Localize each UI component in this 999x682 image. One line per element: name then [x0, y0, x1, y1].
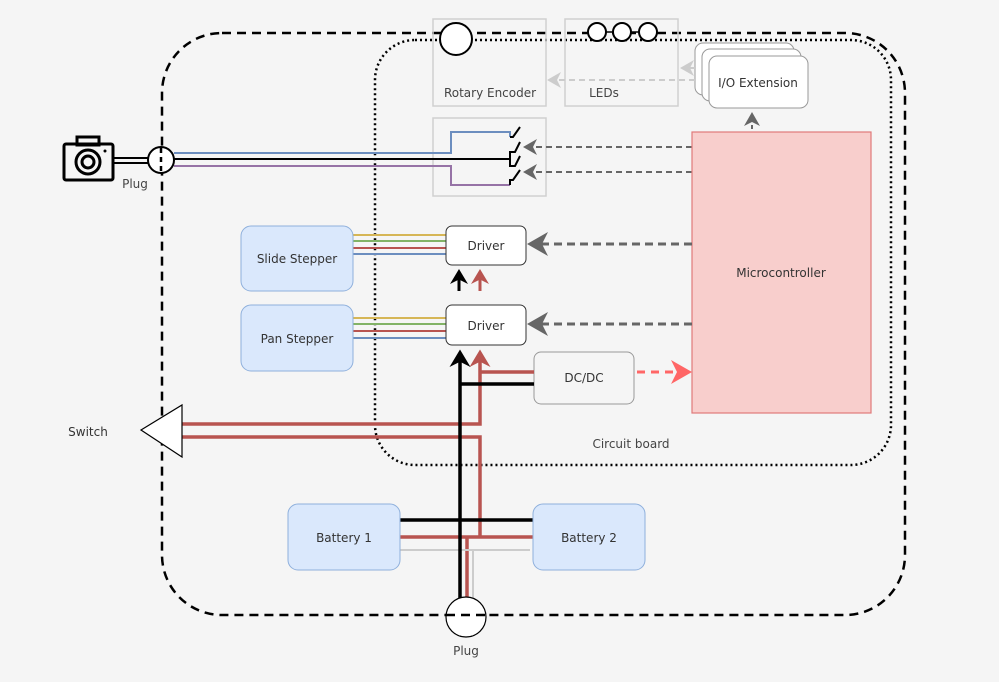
switch-label: Switch [68, 425, 108, 439]
pan-stepper-label: Pan Stepper [261, 332, 334, 346]
microcontroller-label: Microcontroller [736, 266, 826, 280]
driver-pan-label: Driver [468, 319, 505, 333]
io-extension-label: I/O Extension [718, 76, 798, 90]
camera-plug-label: Plug [122, 177, 148, 191]
plug-icon [445, 596, 487, 638]
relay-switch-icon [509, 126, 521, 185]
slide-stepper-label: Slide Stepper [257, 252, 337, 266]
driver-slide-label: Driver [468, 239, 505, 253]
diagram-canvas: Circuit board Rotary Encoder LEDs I/O Ex… [62, 18, 907, 658]
battery-1-label: Battery 1 [316, 531, 372, 545]
rotary-knob-icon [439, 22, 473, 56]
led-icon [638, 22, 658, 42]
led-icon [612, 22, 632, 42]
shutter-wire [174, 131, 511, 154]
battery-2-label: Battery 2 [561, 531, 617, 545]
focus-wire [174, 165, 510, 186]
dcdc-label: DC/DC [564, 371, 603, 385]
leds-label: LEDs [589, 86, 619, 100]
led-icon [587, 22, 607, 42]
rotary-encoder-label: Rotary Encoder [444, 86, 536, 100]
camera-icon [62, 135, 115, 182]
stepper-wires [353, 234, 446, 339]
io-extension: I/O Extension [694, 42, 809, 109]
circuit-board-label: Circuit board [592, 437, 669, 451]
bottom-plug-label: Plug [453, 644, 479, 658]
